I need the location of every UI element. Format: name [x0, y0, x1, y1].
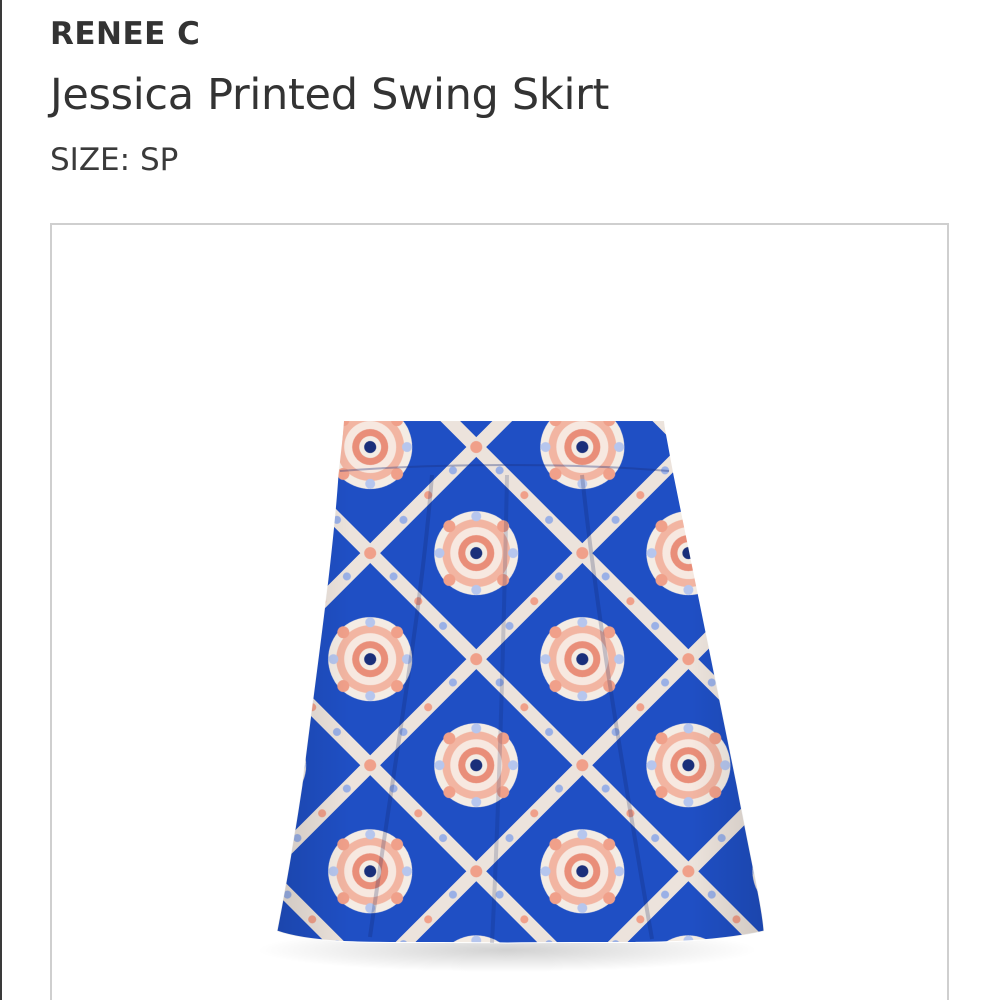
product-title: Jessica Printed Swing Skirt — [50, 70, 610, 120]
product-image-frame[interactable] — [50, 223, 949, 1000]
skirt-image — [257, 420, 765, 972]
left-edge-divider — [0, 0, 2, 1000]
product-brand: RENEE C — [50, 16, 201, 52]
product-size: SIZE: SP — [50, 142, 179, 178]
